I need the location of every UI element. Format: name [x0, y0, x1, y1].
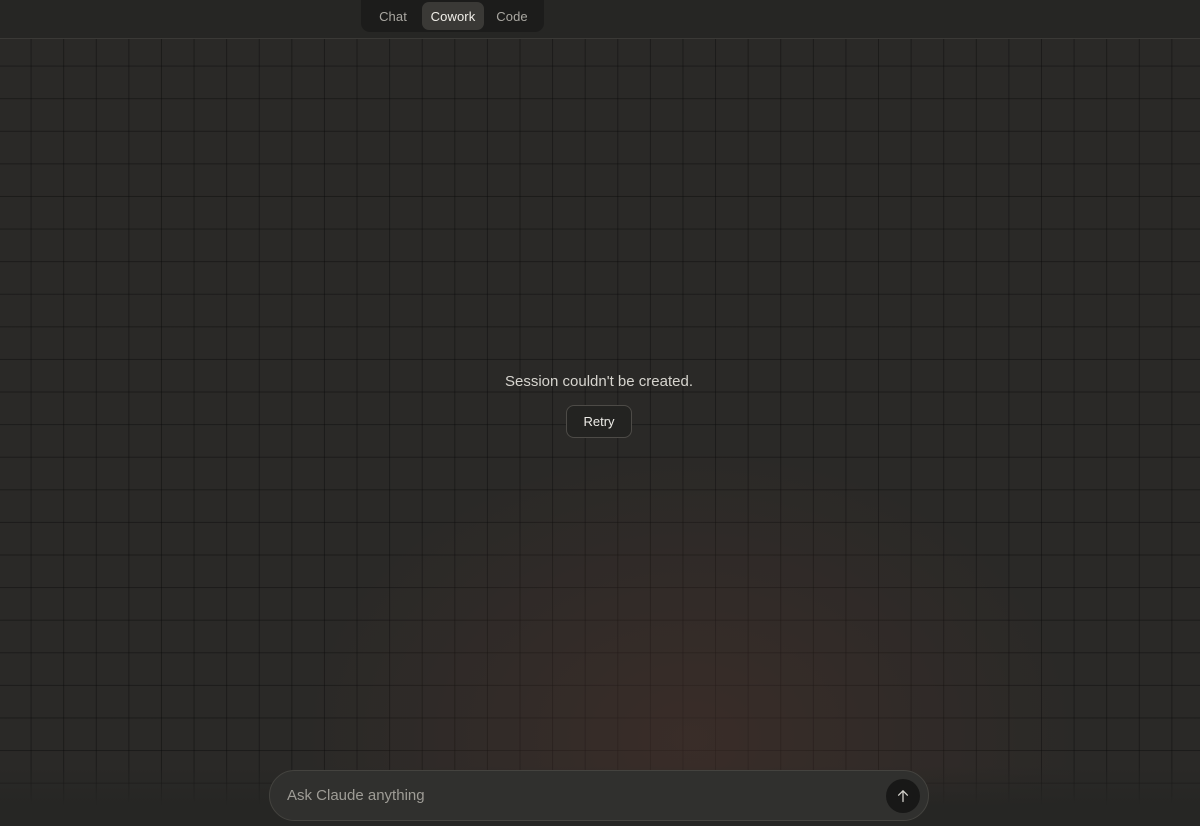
tab-cowork[interactable]: Cowork — [422, 2, 484, 30]
error-state: Session couldn't be created. Retry — [0, 372, 1198, 438]
top-bar: Chat Cowork Code — [0, 0, 1200, 39]
app-window: Chat Cowork Code Session couldn't be cre… — [0, 0, 1200, 826]
tab-code[interactable]: Code — [484, 2, 540, 30]
arrow-up-icon — [897, 789, 909, 802]
send-button[interactable] — [886, 778, 920, 813]
composer — [269, 770, 929, 821]
mode-switcher: Chat Cowork Code — [361, 0, 544, 32]
retry-button[interactable]: Retry — [566, 405, 632, 438]
error-message: Session couldn't be created. — [505, 373, 693, 390]
prompt-input[interactable] — [287, 780, 886, 811]
tab-chat[interactable]: Chat — [364, 2, 422, 30]
